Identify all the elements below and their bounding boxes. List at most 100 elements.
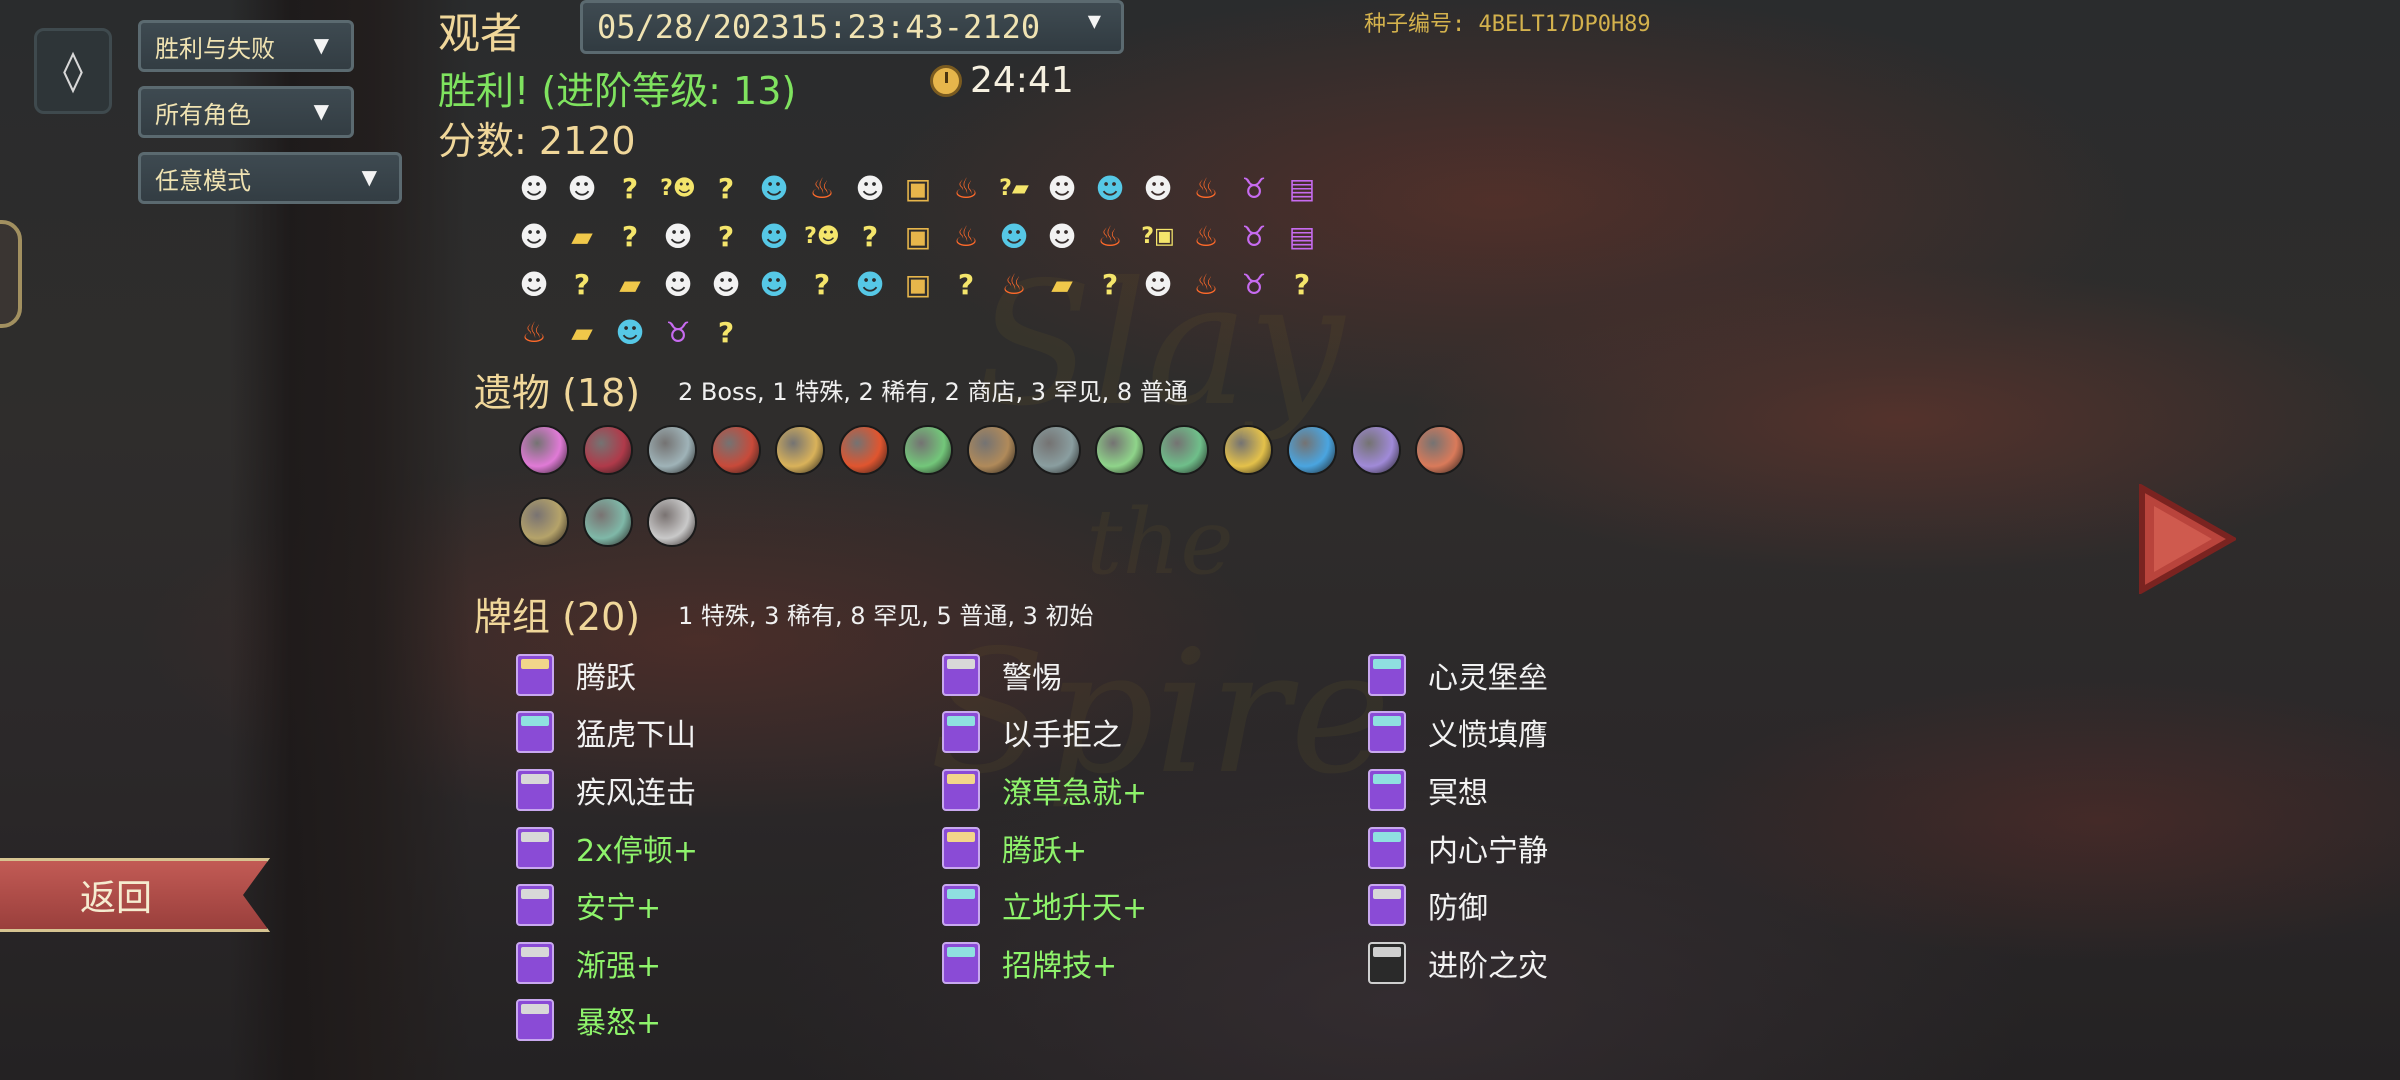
red-stone-icon[interactable]: [832, 418, 896, 482]
rest-site-icon[interactable]: ♨: [942, 164, 990, 212]
pen-nib-icon[interactable]: [1216, 418, 1280, 482]
deck-card[interactable]: 以手拒之: [942, 704, 1362, 762]
pipe-icon[interactable]: [512, 490, 576, 554]
monster-node-icon[interactable]: ☻: [1038, 164, 1086, 212]
elite-node-icon[interactable]: ☻: [750, 212, 798, 260]
rest-site-icon[interactable]: ♨: [510, 308, 558, 356]
monster-node-icon[interactable]: ☻: [702, 260, 750, 308]
orb-bag-icon[interactable]: [1344, 418, 1408, 482]
elite-node-icon[interactable]: ☻: [1086, 164, 1134, 212]
rest-site-icon[interactable]: ♨: [1182, 212, 1230, 260]
shop-node-icon[interactable]: ▰: [558, 308, 606, 356]
unknown-node-icon[interactable]: ?: [702, 308, 750, 356]
unknown-shop-node-icon[interactable]: ?▰: [990, 164, 1038, 212]
shop-node-icon[interactable]: ▰: [606, 260, 654, 308]
side-tab[interactable]: [0, 220, 22, 328]
smooth-stone-icon[interactable]: [640, 418, 704, 482]
unknown-node-icon[interactable]: ?: [606, 212, 654, 260]
scroll-icon[interactable]: [1088, 418, 1152, 482]
rest-site-icon[interactable]: ♨: [1182, 164, 1230, 212]
monster-node-icon[interactable]: ☻: [654, 212, 702, 260]
runic-box-icon[interactable]: [576, 418, 640, 482]
rest-site-icon[interactable]: ♨: [990, 260, 1038, 308]
deck-card[interactable]: 警惕: [942, 646, 1362, 704]
unknown-node-icon[interactable]: ?: [558, 260, 606, 308]
back-button[interactable]: 返回: [0, 858, 270, 932]
monster-node-icon[interactable]: ☻: [1038, 212, 1086, 260]
treasure-node-icon[interactable]: ▣: [894, 164, 942, 212]
monster-node-icon[interactable]: ☻: [846, 164, 894, 212]
unknown-monster-node-icon[interactable]: ?☻: [654, 164, 702, 212]
elite-node-icon[interactable]: ☻: [750, 260, 798, 308]
deck-card[interactable]: 进阶之灾: [1368, 934, 1788, 992]
shop-node-icon[interactable]: ▰: [1038, 260, 1086, 308]
character-filter-dropdown[interactable]: 所有角色 ▼: [138, 86, 354, 138]
deck-card[interactable]: 渐强+: [516, 934, 936, 992]
boss-node-icon[interactable]: ♉: [1230, 212, 1278, 260]
deck-card[interactable]: 冥想: [1368, 761, 1788, 819]
bank-note-icon[interactable]: [896, 418, 960, 482]
rest-site-icon[interactable]: ♨: [942, 212, 990, 260]
deck-card[interactable]: 疾风连击: [516, 761, 936, 819]
deck-card[interactable]: 腾跃+: [942, 819, 1362, 877]
totem-icon[interactable]: [576, 490, 640, 554]
result-filter-dropdown[interactable]: 胜利与失败 ▼: [138, 20, 354, 72]
unknown-node-icon[interactable]: ?: [942, 260, 990, 308]
unknown-node-icon[interactable]: ?: [702, 164, 750, 212]
fish-icon[interactable]: [640, 490, 704, 554]
mode-filter-dropdown[interactable]: 任意模式 ▼: [138, 152, 402, 204]
boss-chest-icon[interactable]: ▤: [1278, 212, 1326, 260]
rest-site-icon[interactable]: ♨: [798, 164, 846, 212]
treasure-node-icon[interactable]: ▣: [894, 260, 942, 308]
pure-water-icon[interactable]: [512, 418, 576, 482]
monster-node-icon[interactable]: ☻: [654, 260, 702, 308]
monster-node-icon[interactable]: ☻: [510, 260, 558, 308]
elite-node-icon[interactable]: ☻: [750, 164, 798, 212]
paper-crane-icon[interactable]: [768, 418, 832, 482]
elite-node-icon[interactable]: ☻: [990, 212, 1038, 260]
deck-card[interactable]: 暴怒+: [516, 992, 936, 1050]
shell-icon[interactable]: [1152, 418, 1216, 482]
monster-node-icon[interactable]: ☻: [510, 212, 558, 260]
unknown-node-icon[interactable]: ?: [798, 260, 846, 308]
feather-icon[interactable]: [1280, 418, 1344, 482]
unknown-node-icon[interactable]: ?: [606, 164, 654, 212]
monster-node-icon[interactable]: ☻: [510, 164, 558, 212]
shop-node-icon[interactable]: ▰: [558, 212, 606, 260]
teapot-icon[interactable]: [1024, 418, 1088, 482]
unknown-node-icon[interactable]: ?: [1086, 260, 1134, 308]
boss-node-icon[interactable]: ♉: [1230, 260, 1278, 308]
boss-node-icon[interactable]: ♉: [654, 308, 702, 356]
deck-card[interactable]: 腾跃: [516, 646, 936, 704]
unknown-monster-node-icon[interactable]: ?☻: [798, 212, 846, 260]
deck-card[interactable]: 招牌技+: [942, 934, 1362, 992]
elite-node-icon[interactable]: ☻: [846, 260, 894, 308]
monster-node-icon[interactable]: ☻: [1134, 164, 1182, 212]
rest-site-icon[interactable]: ♨: [1086, 212, 1134, 260]
unknown-treasure-node-icon[interactable]: ?▣: [1134, 212, 1182, 260]
deck-card[interactable]: 内心宁静: [1368, 819, 1788, 877]
deck-card[interactable]: 防御: [1368, 876, 1788, 934]
treasure-node-icon[interactable]: ▣: [894, 212, 942, 260]
deck-card[interactable]: 潦草急就+: [942, 761, 1362, 819]
run-selector-dropdown[interactable]: 05/28/202315:23:43-2120 ▼: [580, 0, 1124, 54]
unknown-node-icon[interactable]: ?: [1278, 260, 1326, 308]
monster-node-icon[interactable]: ☻: [1134, 260, 1182, 308]
deck-card[interactable]: 2x停顿+: [516, 819, 936, 877]
rest-site-icon[interactable]: ♨: [1182, 260, 1230, 308]
monster-node-icon[interactable]: ☻: [558, 164, 606, 212]
unknown-node-icon[interactable]: ?: [702, 212, 750, 260]
filter-toggle-icon[interactable]: ◊: [34, 28, 112, 114]
meat-icon[interactable]: [1408, 418, 1472, 482]
boss-chest-icon[interactable]: ▤: [1278, 164, 1326, 212]
elite-node-icon[interactable]: ☻: [606, 308, 654, 356]
deck-card[interactable]: 心灵堡垒: [1368, 646, 1788, 704]
deck-card[interactable]: 安宁+: [516, 876, 936, 934]
backpack-icon[interactable]: [960, 418, 1024, 482]
next-run-arrow-icon[interactable]: [2136, 484, 2236, 594]
deck-card[interactable]: 立地升天+: [942, 876, 1362, 934]
nunchaku-icon[interactable]: [704, 418, 768, 482]
deck-card[interactable]: 猛虎下山: [516, 704, 936, 762]
boss-node-icon[interactable]: ♉: [1230, 164, 1278, 212]
unknown-node-icon[interactable]: ?: [846, 212, 894, 260]
